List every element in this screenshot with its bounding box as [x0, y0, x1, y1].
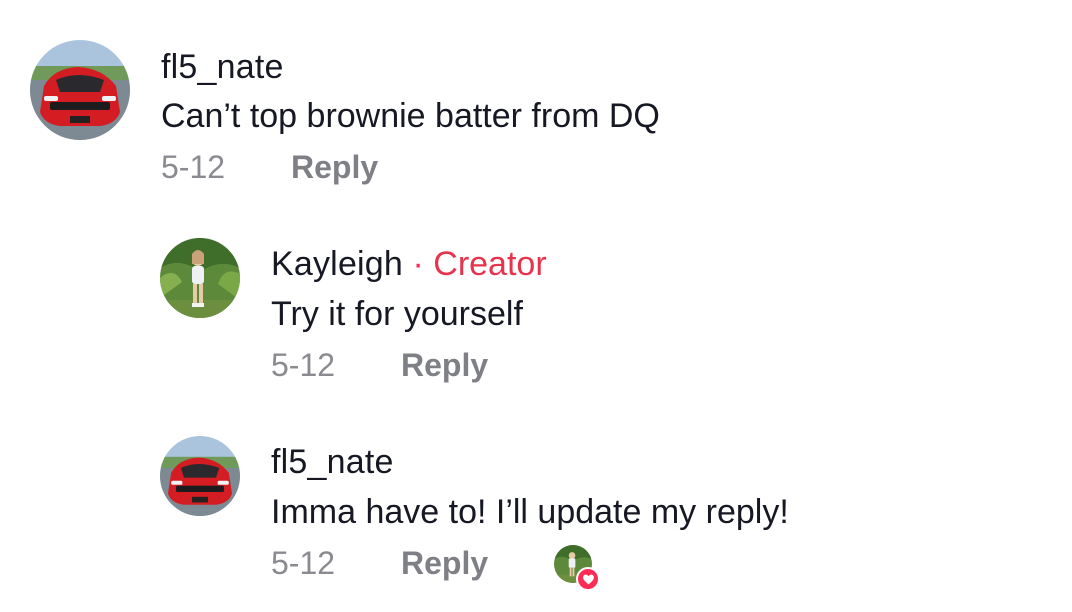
username[interactable]: fl5_nate: [271, 443, 394, 481]
comment-meta: 5-12 Reply: [271, 547, 571, 583]
comment-author: fl5_nate: [271, 445, 394, 479]
heart-icon: [576, 567, 600, 591]
reply-button[interactable]: Reply: [401, 547, 488, 579]
user-avatar[interactable]: [160, 436, 240, 516]
reply-comment: fl5_nate Imma have to! I’ll update my re…: [0, 0, 1072, 612]
comment-date: 5-12: [271, 545, 336, 581]
comment-text: Imma have to! I’ll update my reply!: [271, 493, 789, 531]
creator-liked-indicator: [554, 545, 600, 591]
